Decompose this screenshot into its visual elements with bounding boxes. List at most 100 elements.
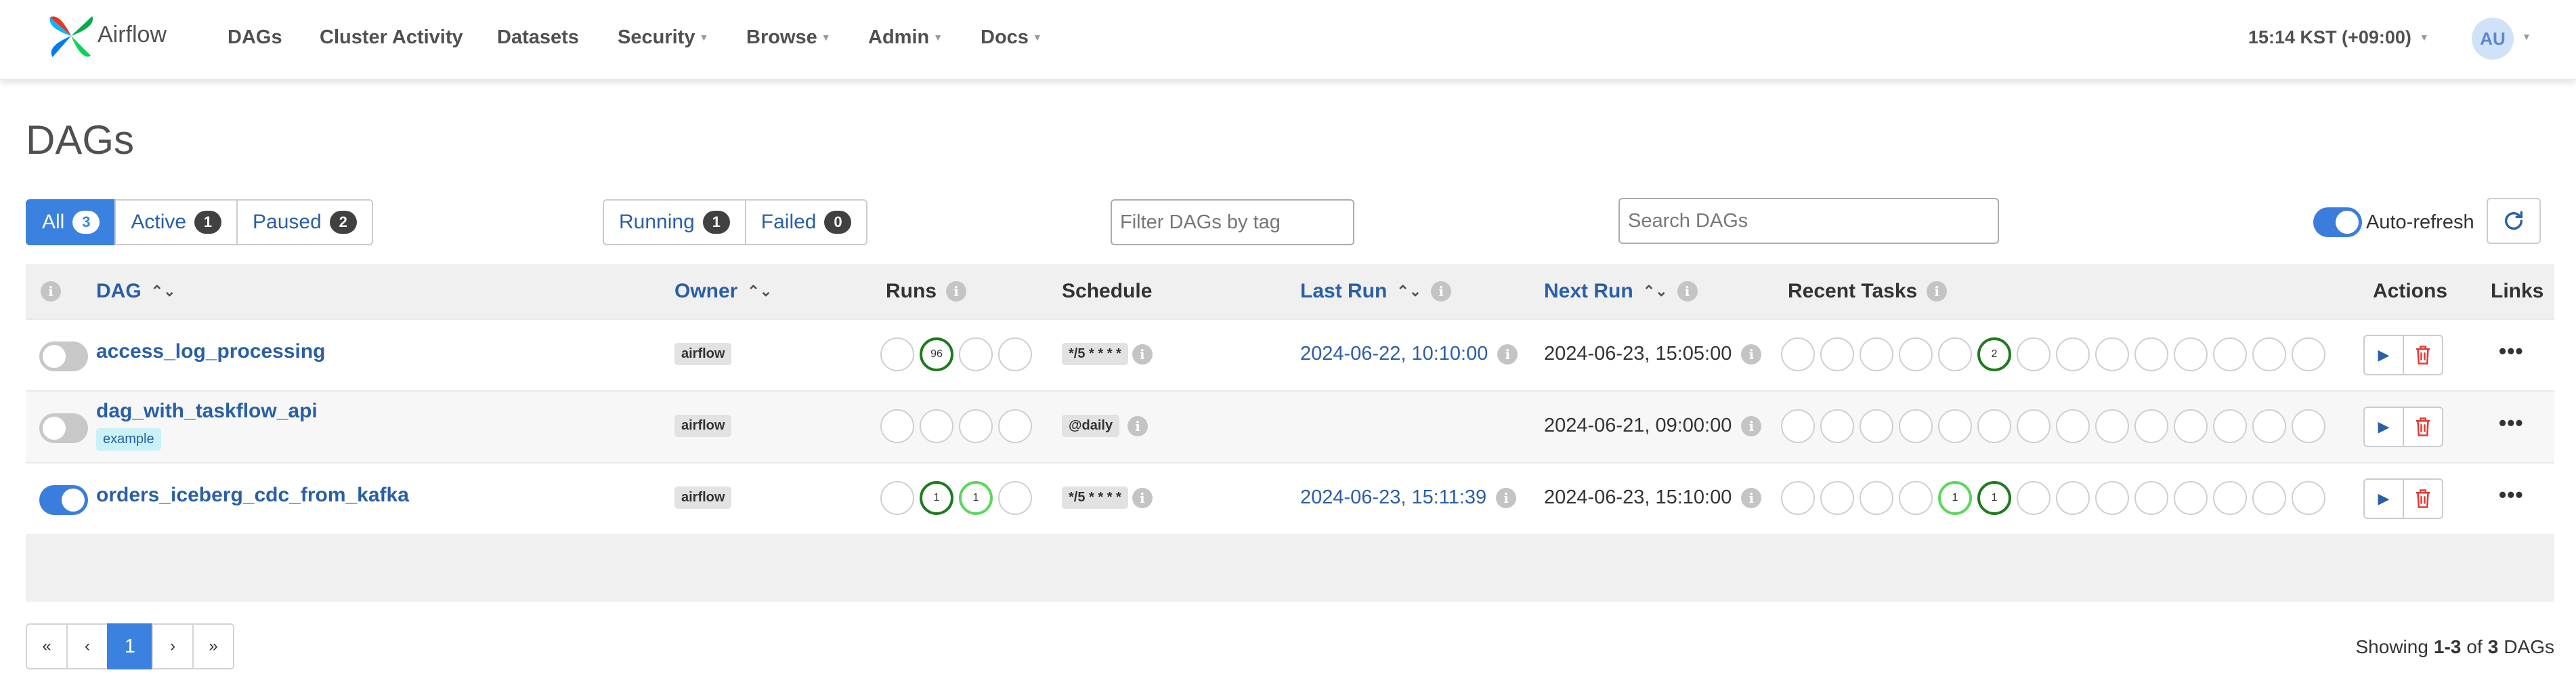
task-state-circle[interactable] [1860,337,1893,371]
task-state-circle[interactable] [2292,481,2325,515]
task-state-circle[interactable] [1820,409,1854,443]
task-state-circle[interactable] [2174,337,2208,371]
dag-tag[interactable]: example [96,428,161,451]
nav-browse[interactable]: Browse ▼ [746,0,831,75]
timezone-dropdown[interactable]: 15:14 KST (+09:00) ▼ [2248,0,2429,75]
task-state-circle[interactable] [1938,409,1972,443]
search-input[interactable] [1618,198,1999,244]
task-state-circle[interactable]: 1 [1977,481,2011,515]
task-state-circle[interactable] [1899,337,1933,371]
schedule-tag[interactable]: @daily [1062,415,1120,437]
owner-tag[interactable]: airflow [674,343,732,365]
run-state-circle[interactable]: 96 [920,337,953,371]
pause-toggle[interactable] [39,342,88,371]
owner-tag[interactable]: airflow [674,487,732,509]
trigger-dag-button[interactable]: ▶ [2363,478,2404,519]
nav-security[interactable]: Security ▼ [618,0,708,75]
filter-all-button[interactable]: All 3 [26,199,116,245]
task-state-circle[interactable] [1820,481,1854,515]
task-state-circle[interactable] [2095,481,2129,515]
header-owner[interactable]: Owner ⌃⌄ [674,264,772,318]
info-icon[interactable]: i [1132,487,1153,508]
run-state-circle[interactable] [998,481,1032,515]
task-state-circle[interactable] [2095,409,2129,443]
task-state-circle[interactable] [1977,409,2011,443]
run-state-circle[interactable] [880,481,914,515]
tag-filter-input[interactable] [1111,199,1354,245]
schedule-tag[interactable]: */5 * * * * [1062,487,1128,509]
info-icon[interactable]: i [1497,344,1518,365]
schedule-tag[interactable]: */5 * * * * [1062,343,1128,365]
run-state-circle[interactable] [959,409,993,443]
auto-refresh-toggle[interactable] [2313,207,2362,237]
owner-tag[interactable]: airflow [674,415,732,437]
filter-paused-button[interactable]: Paused 2 [236,199,373,245]
info-icon[interactable]: i [1741,344,1762,365]
sort-icon[interactable]: ⌃⌄ [747,283,772,300]
run-state-circle[interactable] [880,337,914,371]
last-run-link[interactable]: 2024-06-23, 15:11:39 [1300,487,1486,509]
header-dag[interactable]: DAG ⌃⌄ [96,264,176,318]
run-state-circle[interactable]: 1 [920,481,953,515]
chevron-down-icon[interactable]: ▼ [2522,31,2531,42]
task-state-circle[interactable] [1938,337,1972,371]
task-state-circle[interactable] [2213,337,2247,371]
task-state-circle[interactable] [2095,337,2129,371]
task-state-circle[interactable] [2213,481,2247,515]
info-icon[interactable]: i [1741,487,1762,508]
trigger-dag-button[interactable]: ▶ [2363,407,2404,447]
task-state-circle[interactable]: 2 [1977,337,2011,371]
task-state-circle[interactable] [2056,337,2090,371]
task-state-circle[interactable] [2134,481,2168,515]
task-state-circle[interactable] [1781,337,1815,371]
sort-icon[interactable]: ⌃⌄ [1643,283,1668,300]
task-state-circle[interactable] [2017,337,2051,371]
brand-name[interactable]: Airflow [98,22,167,48]
run-state-circle[interactable] [920,409,953,443]
delete-dag-button[interactable] [2403,335,2443,375]
filter-failed-button[interactable]: Failed 0 [744,199,868,245]
filter-active-button[interactable]: Active 1 [114,199,238,245]
task-state-circle[interactable] [1781,409,1815,443]
user-avatar[interactable]: AU [2472,18,2514,60]
info-icon[interactable]: i [41,281,61,302]
trigger-dag-button[interactable]: ▶ [2363,335,2404,375]
task-state-circle[interactable] [2174,481,2208,515]
more-dots-icon[interactable]: ••• [2499,482,2524,508]
task-state-circle[interactable] [2252,481,2286,515]
more-dots-icon[interactable]: ••• [2499,339,2524,364]
delete-dag-button[interactable] [2403,478,2443,519]
last-page-button[interactable]: » [192,623,234,669]
info-icon[interactable]: i [1132,344,1153,365]
next-page-button[interactable]: › [152,623,194,669]
delete-dag-button[interactable] [2403,407,2443,447]
task-state-circle[interactable] [2292,337,2325,371]
run-state-circle[interactable]: 1 [959,481,993,515]
nav-admin[interactable]: Admin ▼ [868,0,943,75]
task-state-circle[interactable] [2017,481,2051,515]
sort-icon[interactable]: ⌃⌄ [1396,283,1421,300]
last-run-link[interactable]: 2024-06-22, 10:10:00 [1300,343,1488,365]
more-dots-icon[interactable]: ••• [2499,411,2524,436]
task-state-circle[interactable] [2174,409,2208,443]
prev-page-button[interactable]: ‹ [66,623,108,669]
info-icon[interactable]: i [1741,415,1762,436]
task-state-circle[interactable] [1820,337,1854,371]
pause-toggle[interactable] [39,413,88,443]
run-state-circle[interactable] [998,337,1032,371]
task-state-circle[interactable] [2252,409,2286,443]
nav-cluster-activity[interactable]: Cluster Activity [320,0,463,75]
airflow-pinwheel-icon[interactable] [45,9,98,62]
dag-link[interactable]: dag_with_taskflow_api [96,400,318,423]
sort-icon[interactable]: ⌃⌄ [151,283,176,300]
task-state-circle[interactable] [1860,481,1893,515]
nav-dags[interactable]: DAGs [228,0,282,75]
task-state-circle[interactable] [2134,337,2168,371]
run-state-circle[interactable] [880,409,914,443]
pause-toggle[interactable] [39,485,88,515]
info-icon[interactable]: i [1927,281,1948,302]
task-state-circle[interactable] [1781,481,1815,515]
info-icon[interactable]: i [946,281,966,302]
task-state-circle[interactable]: 1 [1938,481,1972,515]
task-state-circle[interactable] [2017,409,2051,443]
